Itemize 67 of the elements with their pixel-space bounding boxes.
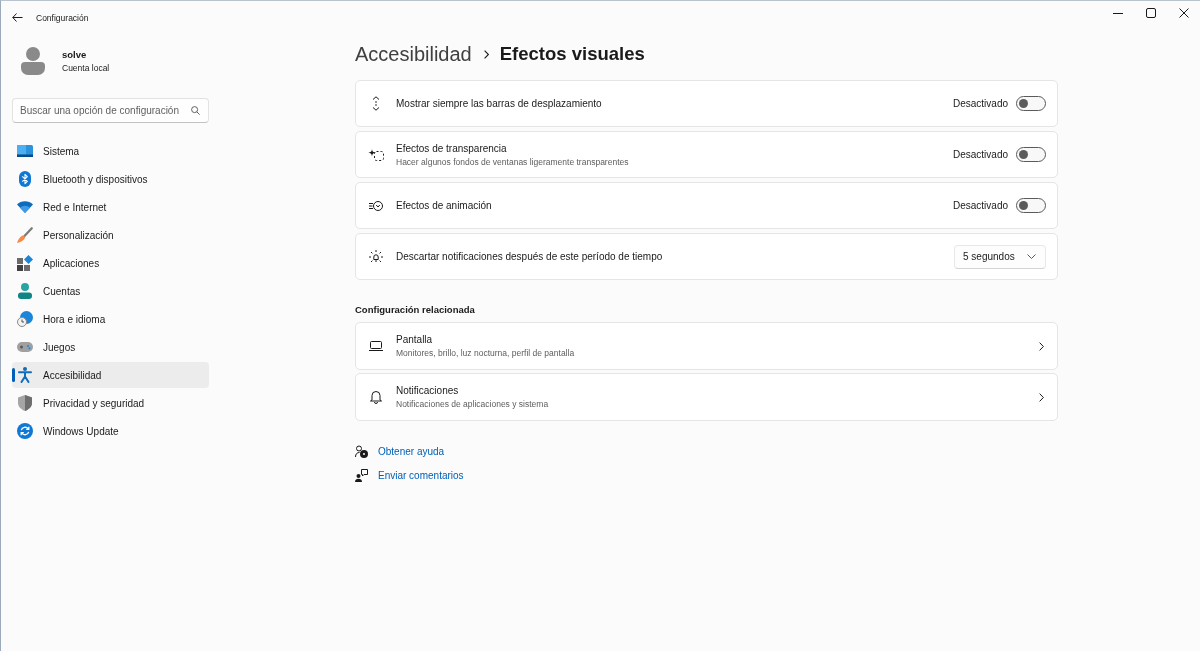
apps-icon [17,255,33,271]
setting-label: Notificaciones [396,385,460,396]
nav-item[interactable]: Aplicaciones [12,250,209,276]
globe-clock-icon [17,311,33,327]
breadcrumb-link[interactable]: Accesibilidad [355,42,472,66]
animation-icon [369,200,383,211]
chevron-right-icon [1039,392,1044,402]
accessibility-icon [18,367,32,383]
nav-item[interactable]: Juegos [12,334,209,360]
dropdown[interactable]: 5 segundos [954,244,1046,269]
nav-item[interactable]: Red e Internet [12,194,209,220]
link-card[interactable]: Notificaciones Notificaciones de aplicaciones y sistema [355,373,1058,421]
search-icon [191,106,200,115]
setting-description: Notificaciones de aplicaciones y sistema [396,399,550,409]
paintbrush-icon [17,227,33,243]
close-icon [1178,8,1189,18]
setting-label: Pantalla [396,334,434,345]
page-title: Efectos visuales [499,43,645,65]
toggle-state-label: Desactivado [952,149,1008,160]
monitor-icon [17,145,33,157]
person-icon [18,283,32,299]
account-type: Cuenta local [62,63,110,73]
nav-item[interactable]: Hora e idioma [12,306,209,332]
nav-item[interactable]: Windows Update [12,418,209,444]
laptop-icon [369,341,383,351]
setting-description: Hacer algunos fondos de ventanas ligeramente transparentes [396,156,630,167]
avatar-icon [21,47,45,75]
person-badge-icon [355,444,368,458]
gamepad-icon [17,342,33,352]
toggle-switch[interactable] [1016,198,1046,213]
setting-description: Monitores, brillo, luz nocturna, perfil de pantalla [396,348,576,358]
nav-item[interactable]: Bluetooth y dispositivos [12,166,209,192]
toggle-state-label: Desactivado [952,200,1008,211]
search-field[interactable]: Buscar una opción de configuración [12,98,209,123]
link-card[interactable]: Pantalla Monitores, brillo, luz nocturna, perfil de pantalla [355,322,1058,370]
caret-down-icon [1027,254,1036,259]
sparkle-icon [368,148,384,161]
refresh-icon [17,423,33,439]
setting-label: Descartar notificaciones después de este período de tiempo [396,251,664,262]
section-heading: Configuración relacionada [355,303,476,317]
nav-item[interactable]: Personalización [12,222,209,248]
bell-icon [370,390,382,404]
link[interactable]: Obtener ayuda [378,445,445,457]
toggle-state-label: Desactivado [952,98,1008,109]
shield-icon [18,395,32,411]
setting-label: Efectos de animación [396,200,493,211]
toggle-switch[interactable] [1016,147,1046,162]
user-name: solve [62,49,88,60]
link[interactable]: Enviar comentarios [378,469,464,481]
back-arrow-icon [11,13,23,22]
window-title: Configuración [36,12,89,23]
minimize-icon [1112,12,1123,14]
nav-item[interactable]: Sistema [12,138,209,164]
person-speech-icon [355,468,368,482]
nav-item[interactable]: Cuentas [12,278,209,304]
nav-item[interactable]: Accesibilidad [12,362,209,388]
nav-item[interactable]: Privacidad y seguridad [12,390,209,416]
setting-label: Mostrar siempre las barras de desplazamiento [396,98,603,109]
chevron-right-icon [483,49,489,59]
bluetooth-icon [19,171,31,187]
chevron-right-icon [1039,341,1044,351]
wifi-icon [17,201,33,213]
maximize-icon [1145,8,1156,18]
toggle-switch[interactable] [1016,96,1046,111]
scroll-arrows-icon [372,96,380,111]
setting-label: Efectos de transparencia [396,142,508,154]
bell-rays-icon [369,249,383,264]
